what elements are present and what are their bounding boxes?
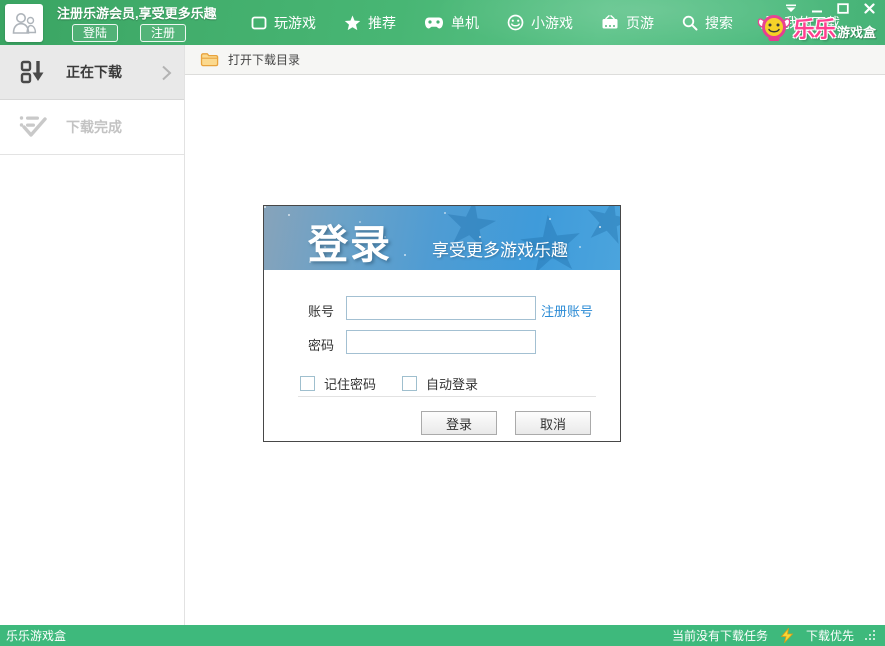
close-icon — [864, 3, 875, 14]
lightning-icon — [780, 628, 794, 643]
monitor-icon — [251, 15, 267, 31]
downloading-icon — [18, 58, 48, 86]
auto-login-option[interactable]: 自动登录 — [402, 374, 478, 393]
top-bar: 注册乐游会员,享受更多乐趣 登陆 注册 玩游戏 推荐 — [0, 0, 885, 45]
download-toolbar: 打开下载目录 — [185, 45, 885, 75]
login-dialog-title: 登录 — [308, 212, 392, 270]
sidebar-item-label: 正在下载 — [66, 62, 122, 82]
nav-play-games[interactable]: 玩游戏 — [237, 0, 330, 45]
password-label: 密码 — [308, 335, 334, 354]
status-bar: 乐乐游戏盒 当前没有下载任务 下载优先 — [0, 625, 885, 646]
statusbar-app-name: 乐乐游戏盒 — [6, 627, 66, 644]
download-status-text: 当前没有下载任务 — [672, 627, 768, 644]
sidebar-item-downloading[interactable]: 正在下载 — [0, 45, 184, 100]
folder-icon — [200, 52, 219, 67]
nav-label: 单机 — [451, 13, 479, 33]
download-complete-icon — [18, 113, 48, 141]
nav-recommend[interactable]: 推荐 — [330, 0, 410, 45]
password-input[interactable] — [346, 330, 536, 354]
login-dialog-subtitle: 享受更多游戏乐趣 — [432, 236, 568, 261]
gamepad-icon — [424, 16, 444, 30]
login-dialog-header: ★ ★ ★ 登录 享受更多游戏乐趣 — [264, 206, 620, 270]
chevron-down-icon — [785, 4, 797, 13]
account-label: 账号 — [308, 301, 334, 320]
register-button[interactable]: 注册 — [140, 24, 186, 42]
close-button[interactable] — [861, 2, 877, 15]
remember-password-option[interactable]: 记住密码 — [300, 374, 376, 393]
account-input[interactable] — [346, 296, 536, 320]
dialog-divider — [298, 396, 596, 397]
search-icon — [682, 15, 698, 31]
minimize-icon — [811, 4, 823, 14]
open-download-dir-label: 打开下载目录 — [228, 51, 300, 68]
maximize-button[interactable] — [835, 2, 851, 15]
resize-grip[interactable] — [866, 631, 875, 640]
nav-search[interactable]: 搜索 — [668, 0, 747, 45]
nav-mini-games[interactable]: 小游戏 — [493, 0, 587, 45]
sidebar: 正在下载 下载完成 — [0, 45, 185, 625]
chevron-right-icon — [161, 65, 172, 86]
maximize-icon — [837, 3, 849, 14]
smiley-icon — [507, 14, 524, 31]
dialog-cancel-button[interactable]: 取消 — [515, 411, 591, 435]
app-window: 注册乐游会员,享受更多乐趣 登陆 注册 玩游戏 推荐 — [0, 0, 885, 646]
minimize-button[interactable] — [809, 2, 825, 15]
dialog-login-button[interactable]: 登录 — [421, 411, 497, 435]
auto-login-checkbox[interactable] — [402, 376, 417, 391]
logo-text-sub: 游戏盒 — [837, 22, 876, 41]
remember-password-label: 记住密码 — [324, 374, 376, 393]
nav-label: 搜索 — [705, 13, 733, 33]
sidebar-item-label: 下载完成 — [66, 117, 122, 137]
open-download-dir-button[interactable]: 打开下载目录 — [200, 51, 300, 68]
nav-label: 页游 — [626, 13, 654, 33]
remember-password-checkbox[interactable] — [300, 376, 315, 391]
webgame-icon — [601, 15, 619, 30]
nav-label: 玩游戏 — [274, 13, 316, 33]
nav-web-games[interactable]: 页游 — [587, 0, 668, 45]
nav-standalone[interactable]: 单机 — [410, 0, 493, 45]
sidebar-item-completed[interactable]: 下载完成 — [0, 100, 184, 155]
lele-mascot-icon — [757, 14, 791, 42]
users-icon — [10, 11, 38, 35]
promo-text: 注册乐游会员,享受更多乐趣 — [57, 3, 217, 22]
snow-dots-decoration — [264, 206, 266, 208]
window-controls — [783, 2, 877, 15]
promo-buttons: 登陆 注册 — [72, 24, 186, 42]
logo-text-main: 乐乐 — [793, 12, 835, 44]
auto-login-label: 自动登录 — [426, 374, 478, 393]
star-icon — [344, 15, 361, 31]
nav-label: 推荐 — [368, 13, 396, 33]
login-button[interactable]: 登陆 — [72, 24, 118, 42]
user-avatar[interactable] — [5, 4, 43, 42]
app-logo: 乐乐 游戏盒 — [757, 12, 876, 44]
skin-menu-button[interactable] — [783, 2, 799, 15]
register-account-link[interactable]: 注册账号 — [541, 301, 593, 320]
login-dialog: ★ ★ ★ 登录 享受更多游戏乐趣 账号 注册账号 密码 记住密码 自动登录 登… — [263, 205, 621, 442]
download-priority-toggle[interactable]: 下载优先 — [806, 627, 854, 644]
nav-label: 小游戏 — [531, 13, 573, 33]
